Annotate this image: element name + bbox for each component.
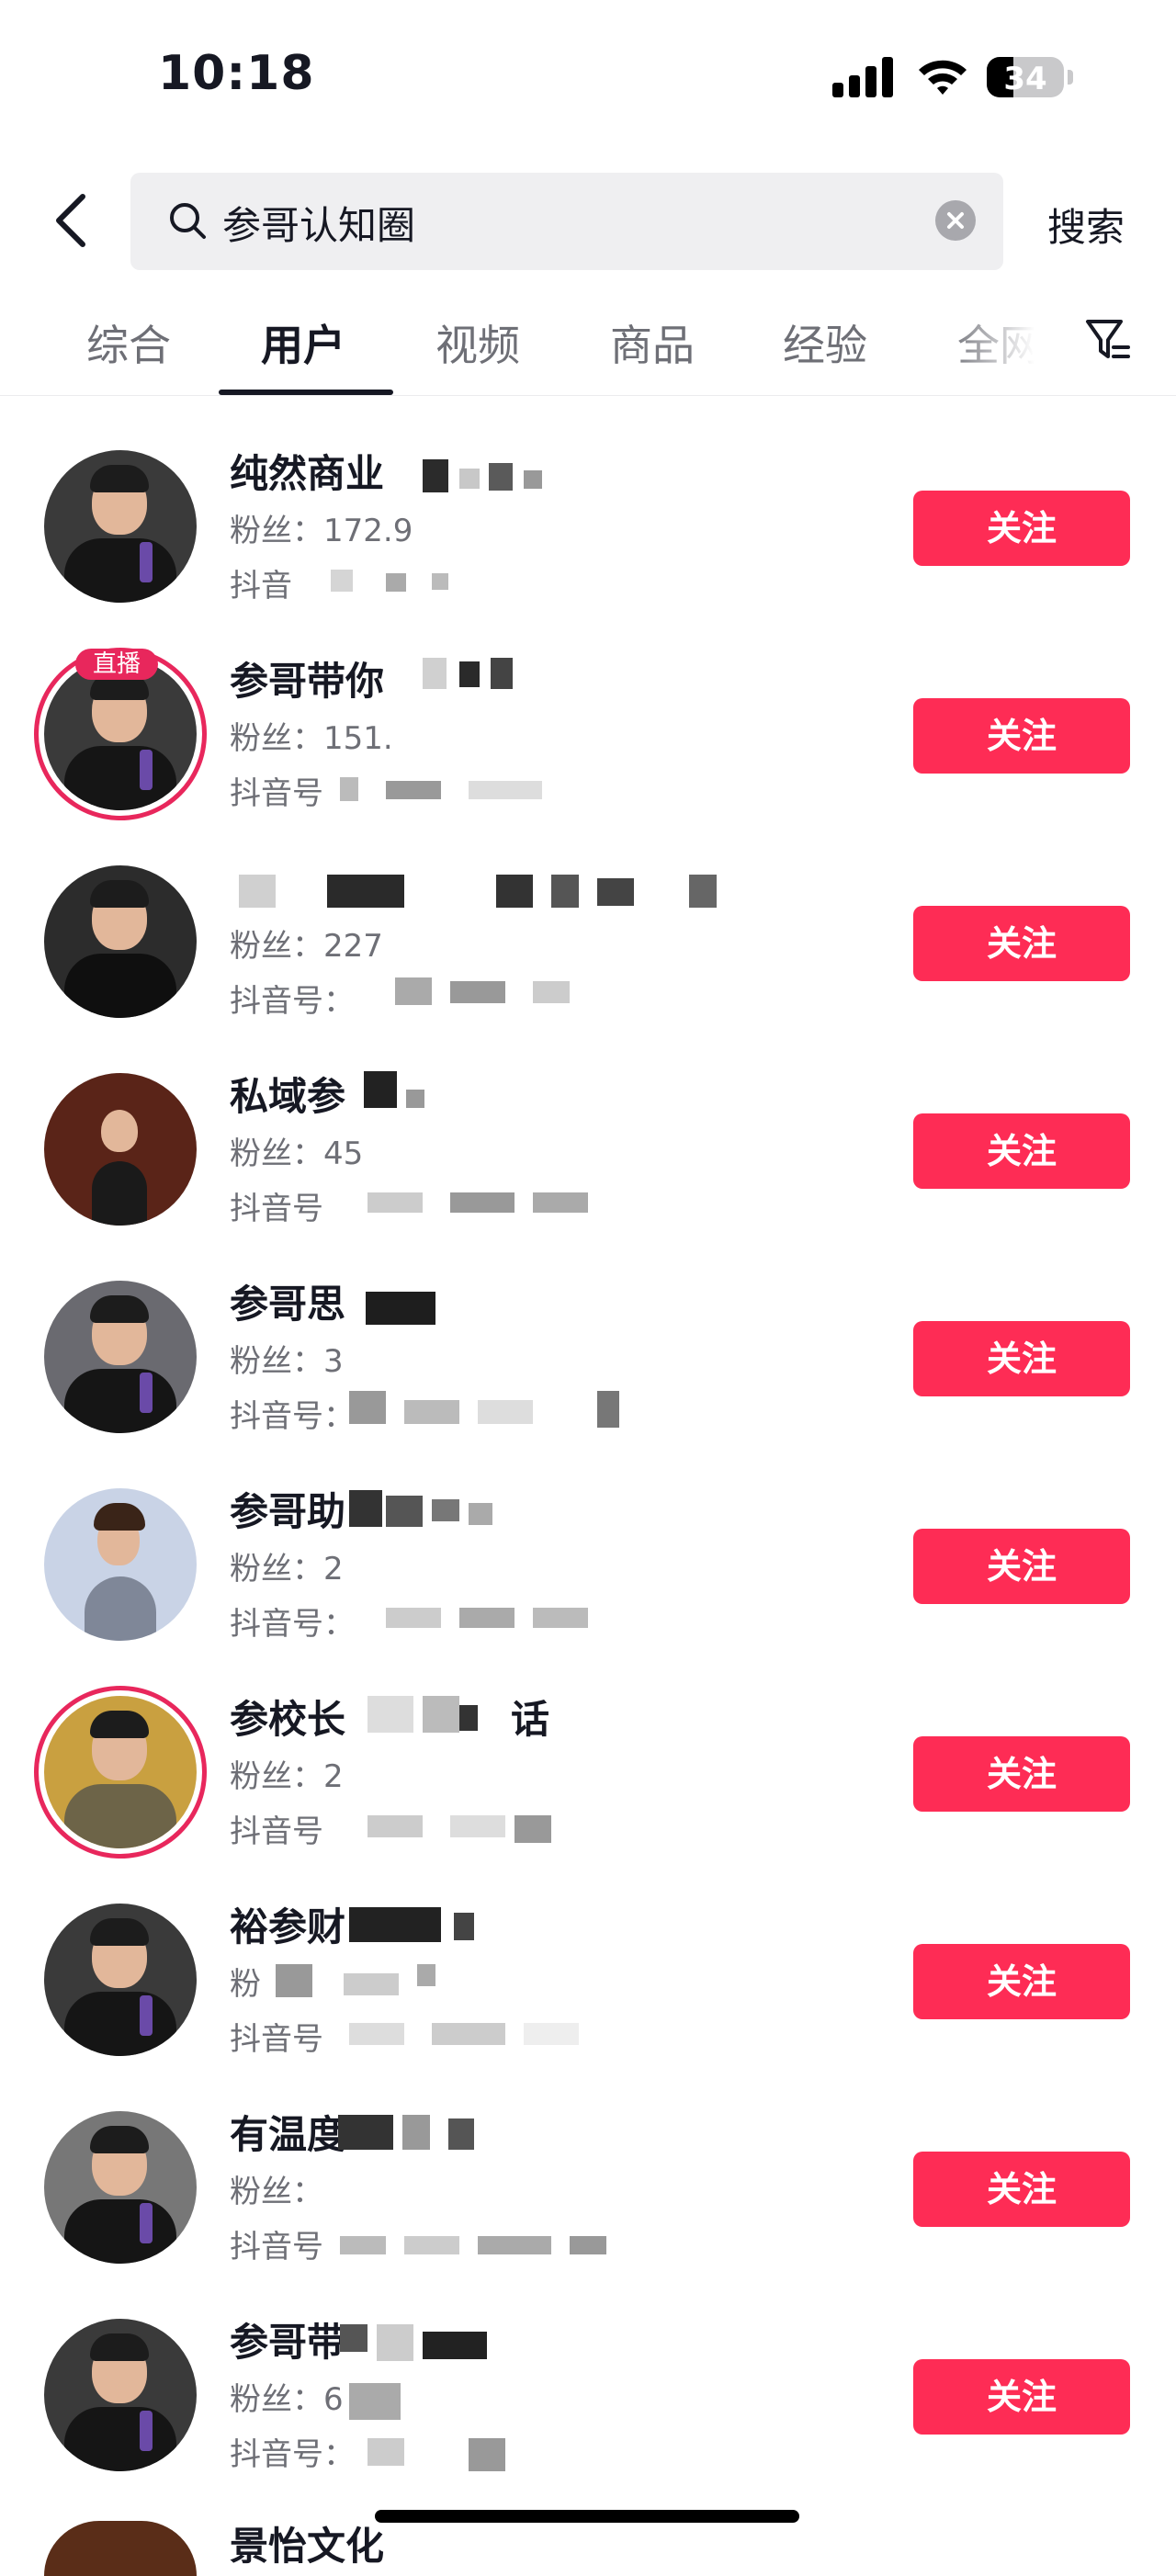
tab-videos[interactable]: 视频 [435, 312, 520, 373]
tab-fade [946, 292, 1057, 388]
follow-button[interactable]: 关注 [913, 906, 1130, 981]
user-name: 私域参 [230, 1074, 346, 1119]
user-name: 裕参财 [230, 1904, 346, 1949]
avatar[interactable] [44, 865, 197, 1018]
avatar[interactable] [44, 1281, 197, 1433]
user-douyin-id: 抖音 [230, 568, 292, 604]
follow-button[interactable]: 关注 [913, 2152, 1130, 2227]
user-douyin-id: 抖音号： [230, 1606, 355, 1643]
user-douyin-id: 抖音号： [230, 2436, 355, 2473]
user-fans: 粉丝：2 [230, 1551, 344, 1587]
avatar[interactable] [44, 2521, 197, 2576]
follow-button[interactable]: 关注 [913, 1321, 1130, 1396]
user-douyin-id: 抖音号 [230, 2229, 323, 2265]
battery-icon: 34 [987, 57, 1064, 97]
follow-button[interactable]: 关注 [913, 2359, 1130, 2435]
user-name-suffix: 话 [511, 1697, 550, 1742]
avatar[interactable] [44, 2319, 197, 2471]
clear-icon[interactable] [935, 200, 976, 241]
user-douyin-id: 抖音号 [230, 1191, 323, 1227]
user-fans: 粉丝：6 [230, 2381, 344, 2418]
user-row[interactable]: 参校长 话 粉丝：2 抖音号 关注 [0, 1668, 1176, 1876]
user-row[interactable]: 参哥带 粉丝：6 抖音号： 关注 [0, 2291, 1176, 2499]
follow-button[interactable]: 关注 [913, 491, 1130, 566]
tab-active-indicator [219, 390, 393, 395]
avatar[interactable] [44, 1696, 197, 1848]
user-fans: 粉丝：227 [230, 928, 383, 965]
user-name: 景怡文化 [230, 2524, 385, 2569]
search-button[interactable]: 搜索 [1047, 197, 1125, 253]
follow-button[interactable]: 关注 [913, 1944, 1130, 2019]
tab-comprehensive[interactable]: 综合 [86, 312, 171, 373]
user-name: 纯然商业 [230, 451, 385, 496]
avatar[interactable] [44, 2111, 197, 2264]
tab-products[interactable]: 商品 [610, 312, 695, 373]
wifi-icon [915, 53, 970, 97]
user-row[interactable]: 私域参 粉丝：45 抖音号 关注 [0, 1045, 1176, 1253]
status-time: 10:18 [158, 46, 315, 101]
user-row[interactable]: 参哥助 粉丝：2 抖音号： 关注 [0, 1461, 1176, 1668]
battery-tip [1068, 70, 1073, 85]
user-name: 有温度 [230, 2112, 346, 2157]
user-fans: 粉丝：151. [230, 720, 393, 757]
follow-button[interactable]: 关注 [913, 1736, 1130, 1812]
user-row[interactable]: 参哥思 粉丝：3 抖音号： 关注 [0, 1253, 1176, 1461]
tab-users[interactable]: 用户 [261, 312, 345, 373]
user-row[interactable]: 直播 参哥带你 粉丝：151. 抖音号 关注 [0, 630, 1176, 838]
avatar[interactable] [44, 658, 197, 810]
user-name: 参哥思 [230, 1282, 346, 1327]
user-name: 参哥助 [230, 1489, 346, 1534]
signal-icon [832, 57, 897, 97]
user-name: 参哥带 [230, 2320, 346, 2365]
user-fans: 粉丝： [230, 2174, 323, 2210]
battery-level: 34 [1003, 61, 1047, 97]
user-name-text: 参校长 [230, 1697, 346, 1742]
live-badge: 直播 [75, 649, 158, 680]
avatar[interactable] [44, 1073, 197, 1226]
follow-button[interactable]: 关注 [913, 1529, 1130, 1604]
user-row[interactable]: 粉丝：227 抖音号： 关注 [0, 838, 1176, 1045]
avatar[interactable] [44, 450, 197, 603]
back-arrow-icon[interactable] [46, 184, 101, 257]
user-douyin-id: 抖音号 [230, 2021, 323, 2058]
tab-experience[interactable]: 经验 [783, 312, 867, 373]
user-row[interactable]: 裕参财 粉 抖音号 关注 [0, 1876, 1176, 2084]
user-fans: 粉丝：3 [230, 1343, 344, 1380]
avatar[interactable] [44, 1904, 197, 2056]
search-icon [165, 198, 211, 244]
user-douyin-id: 抖音号 [230, 1813, 323, 1850]
user-fans: 粉丝：172.9 [230, 513, 413, 549]
follow-button[interactable]: 关注 [913, 698, 1130, 774]
user-fans: 粉丝：2 [230, 1758, 344, 1795]
follow-button[interactable]: 关注 [913, 1113, 1130, 1189]
user-name: 参哥带你 [230, 659, 385, 704]
search-query[interactable]: 参哥认知圈 [222, 195, 415, 251]
user-row[interactable]: 纯然商业 粉丝：172.9 抖音 关注 [0, 423, 1176, 630]
status-bar: 10:18 34 [0, 0, 1176, 138]
user-row[interactable]: 有温度 粉丝： 抖音号 关注 [0, 2084, 1176, 2291]
search-input[interactable]: 参哥认知圈 [130, 173, 1003, 270]
user-fans: 粉丝：45 [230, 1135, 364, 1172]
user-douyin-id: 抖音号 [230, 775, 323, 812]
filter-icon[interactable] [1084, 314, 1132, 366]
home-indicator[interactable] [375, 2510, 799, 2523]
user-douyin-id: 抖音号： [230, 983, 355, 1020]
result-tabs: 综合 用户 视频 商品 经验 全网 [0, 292, 1176, 396]
user-douyin-id: 抖音号： [230, 1398, 355, 1435]
avatar[interactable] [44, 1488, 197, 1641]
user-fans: 粉 [230, 1966, 261, 2003]
